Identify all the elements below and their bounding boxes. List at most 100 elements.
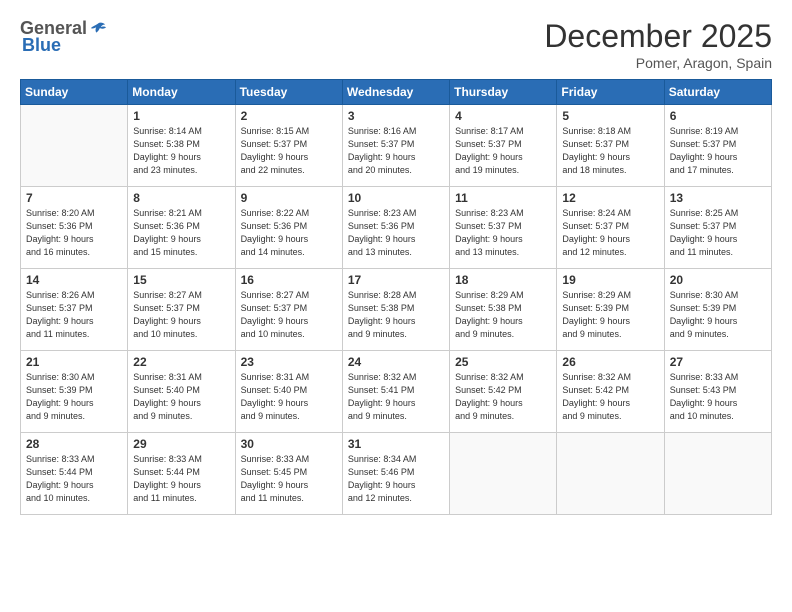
calendar-week-1: 1 Sunrise: 8:14 AM Sunset: 5:38 PM Daylig…: [21, 105, 772, 187]
day-number: 27: [670, 355, 766, 369]
month-year: December 2025: [544, 18, 772, 55]
day-info: Sunrise: 8:18 AM Sunset: 5:37 PM Dayligh…: [562, 125, 658, 177]
day-info: Sunrise: 8:32 AM Sunset: 5:42 PM Dayligh…: [562, 371, 658, 423]
day-number: 16: [241, 273, 337, 287]
day-number: 20: [670, 273, 766, 287]
calendar-cell: [557, 433, 664, 515]
day-number: 23: [241, 355, 337, 369]
weekday-header-tuesday: Tuesday: [235, 80, 342, 105]
calendar-cell: 22Sunrise: 8:31 AM Sunset: 5:40 PM Dayli…: [128, 351, 235, 433]
logo: General Blue: [20, 18, 107, 56]
weekday-header-friday: Friday: [557, 80, 664, 105]
day-number: 22: [133, 355, 229, 369]
weekday-header-monday: Monday: [128, 80, 235, 105]
day-info: Sunrise: 8:34 AM Sunset: 5:46 PM Dayligh…: [348, 453, 444, 505]
calendar-cell: 29Sunrise: 8:33 AM Sunset: 5:44 PM Dayli…: [128, 433, 235, 515]
weekday-header-thursday: Thursday: [450, 80, 557, 105]
calendar-cell: 30 Sunrise: 8:33 AM Sunset: 5:45 PM Dayli…: [235, 433, 342, 515]
day-info: Sunrise: 8:20 AM Sunset: 5:36 PM Dayligh…: [26, 207, 122, 259]
day-info: Sunrise: 8:22 AM Sunset: 5:36 PM Dayligh…: [241, 207, 337, 259]
day-info: Sunrise: 8:25 AM Sunset: 5:37 PM Dayligh…: [670, 207, 766, 259]
calendar-cell: 31 Sunrise: 8:34 AM Sunset: 5:46 PM Dayli…: [342, 433, 449, 515]
day-info: Sunrise: 8:14 AM Sunset: 5:38 PM Dayligh…: [133, 125, 229, 177]
day-number: 18: [455, 273, 551, 287]
calendar-cell: [450, 433, 557, 515]
calendar-cell: 8 Sunrise: 8:21 AM Sunset: 5:36 PM Daylig…: [128, 187, 235, 269]
day-number: 13: [670, 191, 766, 205]
day-number: 7: [26, 191, 122, 205]
calendar-cell: 4 Sunrise: 8:17 AM Sunset: 5:37 PM Daylig…: [450, 105, 557, 187]
day-number: 15: [133, 273, 229, 287]
calendar-cell: [21, 105, 128, 187]
calendar-week-4: 21 Sunrise: 8:30 AM Sunset: 5:39 PM Dayli…: [21, 351, 772, 433]
calendar-cell: 19Sunrise: 8:29 AM Sunset: 5:39 PM Dayli…: [557, 269, 664, 351]
day-info: Sunrise: 8:33 AM Sunset: 5:45 PM Dayligh…: [241, 453, 337, 505]
header: General Blue December 2025 Pomer, Aragon…: [20, 18, 772, 71]
day-number: 3: [348, 109, 444, 123]
calendar-cell: 18 Sunrise: 8:29 AM Sunset: 5:38 PM Dayli…: [450, 269, 557, 351]
day-number: 4: [455, 109, 551, 123]
calendar-cell: 23 Sunrise: 8:31 AM Sunset: 5:40 PM Dayli…: [235, 351, 342, 433]
day-number: 26: [562, 355, 658, 369]
day-number: 29: [133, 437, 229, 451]
day-number: 19: [562, 273, 658, 287]
day-number: 25: [455, 355, 551, 369]
day-info: Sunrise: 8:32 AM Sunset: 5:41 PM Dayligh…: [348, 371, 444, 423]
day-info: Sunrise: 8:28 AM Sunset: 5:38 PM Dayligh…: [348, 289, 444, 341]
weekday-header-row: SundayMondayTuesdayWednesdayThursdayFrid…: [21, 80, 772, 105]
calendar-cell: [664, 433, 771, 515]
calendar-cell: 1 Sunrise: 8:14 AM Sunset: 5:38 PM Daylig…: [128, 105, 235, 187]
calendar: SundayMondayTuesdayWednesdayThursdayFrid…: [20, 79, 772, 515]
calendar-week-2: 7 Sunrise: 8:20 AM Sunset: 5:36 PM Daylig…: [21, 187, 772, 269]
calendar-cell: 13 Sunrise: 8:25 AM Sunset: 5:37 PM Dayli…: [664, 187, 771, 269]
day-info: Sunrise: 8:33 AM Sunset: 5:43 PM Dayligh…: [670, 371, 766, 423]
location: Pomer, Aragon, Spain: [544, 55, 772, 71]
calendar-cell: 12Sunrise: 8:24 AM Sunset: 5:37 PM Dayli…: [557, 187, 664, 269]
day-number: 1: [133, 109, 229, 123]
calendar-cell: 20 Sunrise: 8:30 AM Sunset: 5:39 PM Dayli…: [664, 269, 771, 351]
day-number: 14: [26, 273, 122, 287]
day-info: Sunrise: 8:15 AM Sunset: 5:37 PM Dayligh…: [241, 125, 337, 177]
calendar-week-5: 28 Sunrise: 8:33 AM Sunset: 5:44 PM Dayli…: [21, 433, 772, 515]
calendar-cell: 16 Sunrise: 8:27 AM Sunset: 5:37 PM Dayli…: [235, 269, 342, 351]
day-info: Sunrise: 8:30 AM Sunset: 5:39 PM Dayligh…: [670, 289, 766, 341]
day-info: Sunrise: 8:23 AM Sunset: 5:37 PM Dayligh…: [455, 207, 551, 259]
calendar-cell: 14Sunrise: 8:26 AM Sunset: 5:37 PM Dayli…: [21, 269, 128, 351]
day-info: Sunrise: 8:30 AM Sunset: 5:39 PM Dayligh…: [26, 371, 122, 423]
calendar-cell: 25 Sunrise: 8:32 AM Sunset: 5:42 PM Dayli…: [450, 351, 557, 433]
calendar-cell: 28 Sunrise: 8:33 AM Sunset: 5:44 PM Dayli…: [21, 433, 128, 515]
day-number: 5: [562, 109, 658, 123]
day-info: Sunrise: 8:29 AM Sunset: 5:38 PM Dayligh…: [455, 289, 551, 341]
calendar-cell: 7 Sunrise: 8:20 AM Sunset: 5:36 PM Daylig…: [21, 187, 128, 269]
day-info: Sunrise: 8:16 AM Sunset: 5:37 PM Dayligh…: [348, 125, 444, 177]
calendar-cell: 21 Sunrise: 8:30 AM Sunset: 5:39 PM Dayli…: [21, 351, 128, 433]
day-info: Sunrise: 8:32 AM Sunset: 5:42 PM Dayligh…: [455, 371, 551, 423]
day-number: 10: [348, 191, 444, 205]
calendar-cell: 5 Sunrise: 8:18 AM Sunset: 5:37 PM Daylig…: [557, 105, 664, 187]
calendar-cell: 10Sunrise: 8:23 AM Sunset: 5:36 PM Dayli…: [342, 187, 449, 269]
calendar-cell: 6Sunrise: 8:19 AM Sunset: 5:37 PM Daylig…: [664, 105, 771, 187]
day-info: Sunrise: 8:21 AM Sunset: 5:36 PM Dayligh…: [133, 207, 229, 259]
calendar-cell: 17 Sunrise: 8:28 AM Sunset: 5:38 PM Dayli…: [342, 269, 449, 351]
day-number: 9: [241, 191, 337, 205]
day-number: 31: [348, 437, 444, 451]
logo-bird-icon: [89, 20, 107, 38]
day-number: 17: [348, 273, 444, 287]
title-block: December 2025 Pomer, Aragon, Spain: [544, 18, 772, 71]
weekday-header-sunday: Sunday: [21, 80, 128, 105]
calendar-cell: 11 Sunrise: 8:23 AM Sunset: 5:37 PM Dayli…: [450, 187, 557, 269]
day-number: 8: [133, 191, 229, 205]
day-number: 11: [455, 191, 551, 205]
day-info: Sunrise: 8:33 AM Sunset: 5:44 PM Dayligh…: [26, 453, 122, 505]
day-number: 30: [241, 437, 337, 451]
calendar-week-3: 14Sunrise: 8:26 AM Sunset: 5:37 PM Dayli…: [21, 269, 772, 351]
calendar-cell: 27 Sunrise: 8:33 AM Sunset: 5:43 PM Dayli…: [664, 351, 771, 433]
day-info: Sunrise: 8:31 AM Sunset: 5:40 PM Dayligh…: [241, 371, 337, 423]
day-info: Sunrise: 8:27 AM Sunset: 5:37 PM Dayligh…: [241, 289, 337, 341]
day-number: 21: [26, 355, 122, 369]
calendar-cell: 9 Sunrise: 8:22 AM Sunset: 5:36 PM Daylig…: [235, 187, 342, 269]
day-info: Sunrise: 8:17 AM Sunset: 5:37 PM Dayligh…: [455, 125, 551, 177]
day-number: 28: [26, 437, 122, 451]
calendar-cell: 15Sunrise: 8:27 AM Sunset: 5:37 PM Dayli…: [128, 269, 235, 351]
page: General Blue December 2025 Pomer, Aragon…: [0, 0, 792, 612]
